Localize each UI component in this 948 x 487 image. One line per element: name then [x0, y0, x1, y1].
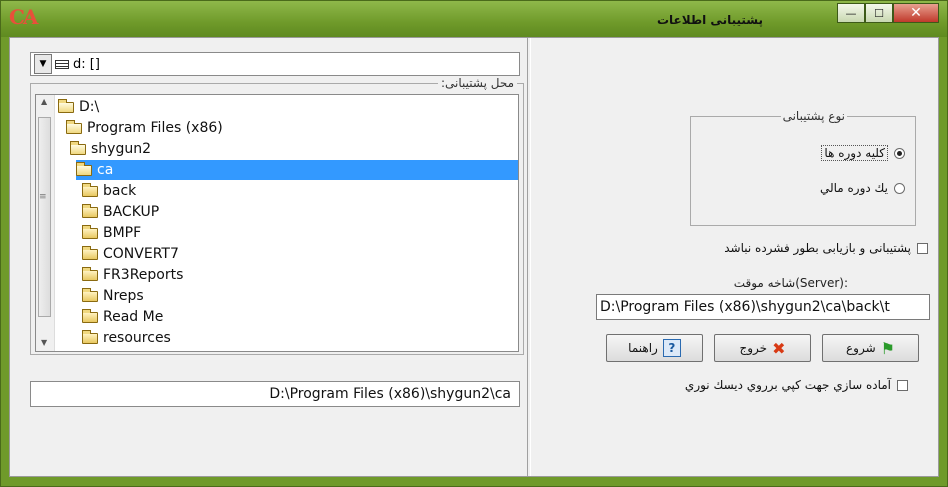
radio-all-periods[interactable]: کلیه دوره ها	[821, 145, 905, 161]
help-button-label: راهنما	[628, 341, 658, 355]
tree-node[interactable]: back	[82, 181, 136, 201]
radio-dot-icon[interactable]	[894, 147, 905, 159]
scroll-grip-icon: ≡	[39, 192, 47, 202]
folder-icon	[82, 224, 98, 239]
app-logo: CA	[9, 5, 38, 29]
backup-location-legend: محل پشتیبانی:	[437, 76, 517, 90]
backup-window: CA پشتیبانی اطلاعات — ☐ ✕ ▼ d: [] محل پش…	[0, 0, 948, 487]
exit-button[interactable]: خروج ✖	[714, 334, 811, 362]
window-title: پشتیبانی اطلاعات	[656, 13, 763, 27]
tree-node-label: FR3Reports	[103, 267, 184, 283]
folder-tree[interactable]: ▲ ≡ ▼ D:\ Program Files (x86) shygun2 ca bac…	[35, 94, 519, 352]
tree-node-label: ca	[97, 162, 114, 178]
folder-icon	[82, 329, 98, 344]
tree-node-label: Nreps	[103, 288, 144, 304]
help-button[interactable]: راهنما ?	[606, 334, 703, 362]
backup-type-group: نوع پشتیبانی کلیه دوره ها یك دوره مالي	[690, 109, 916, 226]
tree-node[interactable]: BMPF	[82, 223, 141, 243]
tree-node[interactable]: D:\	[58, 97, 99, 117]
red-x-icon: ✖	[772, 338, 786, 358]
tree-node[interactable]: ca	[76, 160, 518, 180]
selected-path-field[interactable]: D:\Program Files (x86)\shygun2\ca	[30, 381, 520, 407]
caption-buttons: — ☐ ✕	[837, 3, 939, 25]
open-folder-icon	[76, 161, 92, 176]
no-compress-checkbox[interactable]: پشتیبانی و بازیابی بطور فشرده نباشد	[724, 241, 928, 255]
maximize-button[interactable]: ☐	[865, 3, 893, 23]
hard-drive-icon	[55, 59, 69, 69]
tree-node-label: Program Files (x86)	[87, 120, 223, 136]
tree-node[interactable]: Nreps	[82, 286, 144, 306]
dropdown-arrow-icon[interactable]: ▼	[34, 54, 52, 74]
backup-location-group: محل پشتیبانی: ▲ ≡ ▼ D:\ Program Files (x8…	[30, 76, 524, 355]
tree-node-label: BACKUP	[103, 204, 160, 220]
open-folder-icon	[66, 119, 82, 134]
cd-prepare-label: آماده سازي جهت كپي برروي ديسك نوري	[684, 378, 891, 392]
backup-type-legend: نوع پشتیبانی	[780, 109, 847, 123]
minimize-button[interactable]: —	[837, 3, 865, 23]
tree-node[interactable]: shygun2	[70, 139, 151, 159]
checkbox-box[interactable]	[897, 379, 908, 391]
tree-node-label: Read Me	[103, 309, 164, 325]
green-flag-icon: ⚑	[880, 338, 895, 358]
start-button[interactable]: شروع ⚑	[822, 334, 919, 362]
panel-divider	[527, 38, 531, 476]
exit-button-label: خروج	[739, 341, 768, 355]
title-bar[interactable]: CA پشتیبانی اطلاعات — ☐ ✕	[1, 1, 947, 37]
cd-prepare-checkbox[interactable]: آماده سازي جهت كپي برروي ديسك نوري	[685, 378, 908, 392]
temp-folder-label: شاخه موقت(Server):	[733, 276, 848, 290]
scroll-down-icon[interactable]: ▼	[41, 338, 47, 347]
radio-all-periods-label: کلیه دوره ها	[821, 145, 888, 161]
radio-dot-icon[interactable]	[894, 182, 905, 194]
tree-node-label: resources	[103, 330, 171, 346]
folder-icon	[82, 245, 98, 260]
tree-node-label: shygun2	[91, 141, 151, 157]
open-folder-icon	[70, 140, 86, 155]
no-compress-label: پشتیبانی و بازیابی بطور فشرده نباشد	[724, 241, 911, 255]
open-folder-icon	[58, 98, 74, 113]
scroll-up-icon[interactable]: ▲	[41, 97, 47, 106]
folder-icon	[82, 182, 98, 197]
tree-node[interactable]: BACKUP	[82, 202, 159, 222]
folder-icon	[82, 308, 98, 323]
tree-node[interactable]: Read Me	[82, 307, 163, 327]
window-client-area: ▼ d: [] محل پشتیبانی: ▲ ≡ ▼ D:\ Program F…	[9, 37, 939, 477]
start-button-label: شروع	[846, 341, 876, 355]
folder-icon	[82, 203, 98, 218]
folder-icon	[82, 287, 98, 302]
tree-node-label: BMPF	[103, 225, 142, 241]
tree-node[interactable]: Program Files (x86)	[66, 118, 223, 138]
tree-node-label: back	[103, 183, 137, 199]
tree-node[interactable]: resources	[82, 328, 171, 348]
checkbox-box[interactable]	[917, 242, 928, 254]
tree-node-label: D:\	[79, 99, 100, 115]
tree-node[interactable]: FR3Reports	[82, 265, 183, 285]
close-button[interactable]: ✕	[893, 3, 939, 23]
drive-value: d: []	[73, 56, 100, 72]
help-icon: ?	[662, 339, 681, 357]
radio-one-fiscal-period-label: یك دوره مالي	[819, 181, 888, 195]
scroll-thumb[interactable]	[38, 117, 51, 317]
tree-node[interactable]: CONVERT7	[82, 244, 179, 264]
tree-node-label: CONVERT7	[103, 246, 179, 262]
drive-select[interactable]: ▼ d: []	[30, 52, 520, 76]
folder-icon	[82, 266, 98, 281]
temp-folder-input[interactable]: D:\Program Files (x86)\shygun2\ca\back\t	[596, 294, 930, 320]
tree-scrollbar[interactable]: ▲ ≡ ▼	[36, 95, 55, 351]
radio-one-fiscal-period[interactable]: یك دوره مالي	[820, 181, 905, 195]
